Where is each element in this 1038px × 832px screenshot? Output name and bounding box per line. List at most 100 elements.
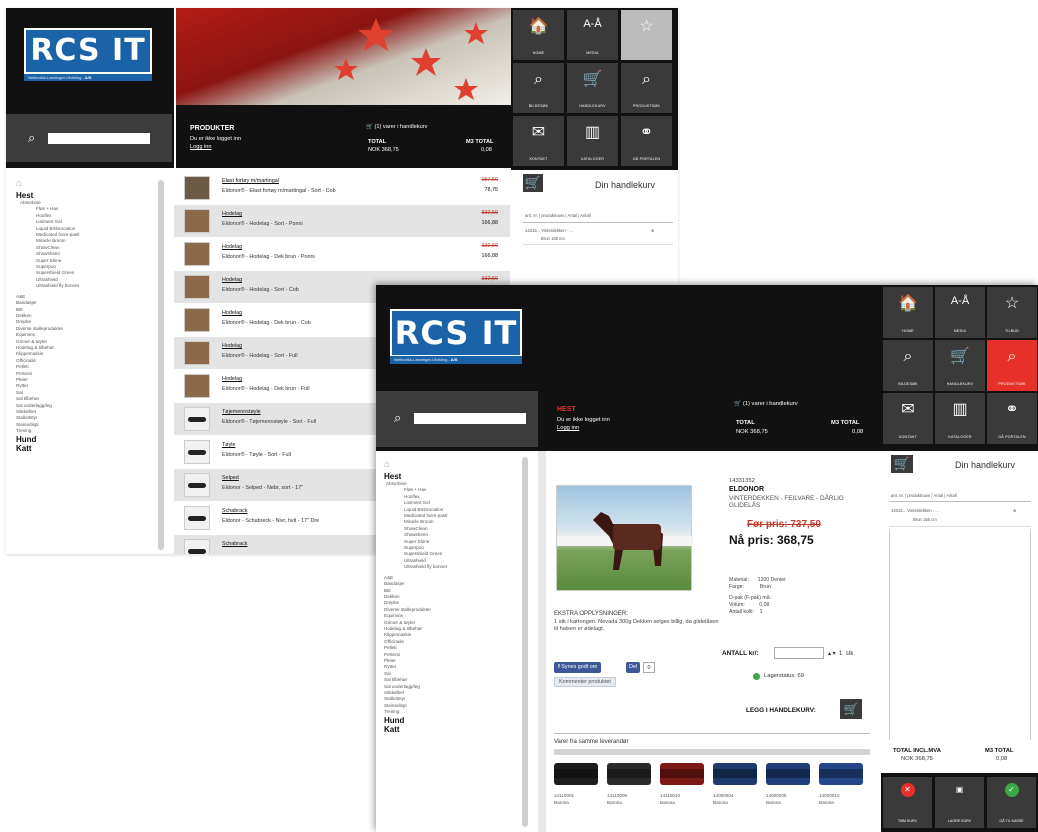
product-row[interactable]: Hodelag Eldonor® - Hodelag - Dek brun - P… bbox=[174, 238, 510, 270]
cart-title: Din handlekurv bbox=[595, 180, 656, 190]
search-bar: ⌕ bbox=[376, 391, 538, 447]
product-name-link[interactable]: Hodelag bbox=[222, 376, 242, 382]
tile-star[interactable]: ☆ bbox=[621, 10, 672, 60]
product-name-link[interactable]: Elast fortøy m/martingal bbox=[222, 178, 279, 184]
product-thumbnail[interactable] bbox=[184, 407, 210, 431]
product-name-link[interactable]: Tøyle bbox=[222, 442, 235, 448]
related-product-image[interactable] bbox=[713, 763, 757, 785]
category-katt[interactable]: Katt bbox=[16, 444, 174, 453]
brand-logo[interactable]: RCS IT bbox=[24, 28, 152, 74]
page-title: HEST bbox=[557, 406, 576, 413]
comment-button[interactable]: Kommenter produktet bbox=[554, 677, 616, 687]
product-thumbnail[interactable] bbox=[184, 209, 210, 233]
product-row[interactable]: Elast fortøy m/martingal Eldonor® - Elast… bbox=[174, 172, 510, 204]
product-name-link[interactable]: Schabrack bbox=[222, 508, 247, 514]
cart-summary[interactable]: 🛒 (1) varer i handlekurv bbox=[366, 124, 427, 130]
tile-label: GÅ PORTALEN bbox=[632, 157, 661, 161]
brand-logo[interactable]: RCS IT bbox=[390, 309, 522, 357]
add-to-cart-button[interactable]: 🛒 bbox=[840, 699, 862, 719]
tile-star[interactable]: ☆ TILBUD bbox=[987, 287, 1037, 338]
product-thumbnail[interactable] bbox=[184, 341, 210, 365]
tile-mail[interactable]: ✉ KONTAKT bbox=[883, 393, 933, 444]
related-scrollbar[interactable] bbox=[554, 749, 870, 755]
home-icon[interactable]: ⌂ bbox=[384, 459, 538, 470]
tile-catalog[interactable]: ▥ KATALOGER bbox=[935, 393, 985, 444]
remove-icon[interactable]: ⊗ bbox=[651, 228, 655, 233]
nav-tiles-2: 🏠 HOME A-Å MEDIA ☆ TILBUD ⌕ BILDESØK 🛒 HANDLEKURV… bbox=[881, 285, 1038, 451]
category-katt[interactable]: Katt bbox=[384, 725, 538, 734]
related-product-image[interactable] bbox=[766, 763, 810, 785]
tile-mail[interactable]: ✉ KONTAKT bbox=[513, 116, 564, 166]
search-icon[interactable]: ⌕ bbox=[394, 410, 401, 426]
related-product-brand: Barona bbox=[766, 800, 781, 805]
tile-image-search[interactable]: ⌕ BILDESØK bbox=[883, 340, 933, 391]
tile-image-search[interactable]: ⌕ BILDESØK bbox=[513, 63, 564, 113]
product-row[interactable]: Hodelag Eldonor® - Hodelag - Sort - Ponni… bbox=[174, 205, 510, 237]
remove-icon[interactable]: ⊗ bbox=[1013, 508, 1017, 513]
facebook-share-button[interactable]: Del bbox=[626, 662, 640, 673]
star-icon: ☆ bbox=[1004, 295, 1020, 312]
product-name-link[interactable]: Hodelag bbox=[222, 310, 242, 316]
facebook-like-button[interactable]: f Synes godt om bbox=[554, 662, 602, 673]
category-hund[interactable]: Hund bbox=[384, 716, 538, 725]
product-name-link[interactable]: Hodelag bbox=[222, 211, 242, 217]
product-thumbnail[interactable] bbox=[184, 275, 210, 299]
product-name-link[interactable]: Tøjemennstøyle bbox=[222, 409, 261, 415]
search-input[interactable] bbox=[48, 133, 150, 144]
tile-text-size[interactable]: A-Å MEDIA bbox=[935, 287, 985, 338]
product-thumbnail[interactable] bbox=[184, 374, 210, 398]
tile-catalog[interactable]: ▥ KATALOGER bbox=[567, 116, 618, 166]
search-bar: ⌕ bbox=[6, 114, 172, 162]
product-image[interactable] bbox=[556, 485, 693, 591]
category-hund[interactable]: Hund bbox=[16, 435, 174, 444]
related-product-image[interactable] bbox=[607, 763, 651, 785]
product-thumbnail[interactable] bbox=[184, 539, 210, 554]
product-name-link[interactable]: Hodelag bbox=[222, 277, 242, 283]
tile-portal[interactable]: ⚭ GÅ PORTALEN bbox=[987, 393, 1037, 444]
home-icon: 🏠 bbox=[898, 295, 918, 312]
related-product-image[interactable] bbox=[554, 763, 598, 785]
quantity-input[interactable] bbox=[774, 647, 824, 659]
product-name-link[interactable]: Selped bbox=[222, 475, 239, 481]
tile-home[interactable]: 🏠 HOME bbox=[513, 10, 564, 60]
checkout-button[interactable]: ✓ GÅ TIL KASSE bbox=[987, 777, 1036, 828]
login-link[interactable]: Logg inn bbox=[557, 425, 579, 431]
related-product-image[interactable] bbox=[660, 763, 704, 785]
tile-cart[interactable]: 🛒 HANDLEKURV bbox=[567, 63, 618, 113]
cart-row-variant: Brun 155 cm bbox=[541, 236, 565, 241]
tile-home[interactable]: 🏠 HOME bbox=[883, 287, 933, 338]
button-label: TØM KURV bbox=[898, 819, 917, 823]
login-link[interactable]: Logg inn bbox=[190, 144, 211, 150]
search-icon[interactable]: ⌕ bbox=[28, 130, 35, 146]
product-name-link[interactable]: Hodelag bbox=[222, 244, 242, 250]
product-thumbnail[interactable] bbox=[184, 176, 210, 200]
tile-cart[interactable]: 🛒 HANDLEKURV bbox=[935, 340, 985, 391]
tile-portal[interactable]: ⚭ GÅ PORTALEN bbox=[621, 116, 672, 166]
product-thumbnail[interactable] bbox=[184, 473, 210, 497]
sidebar-scrollbar[interactable] bbox=[522, 457, 528, 827]
category-hest[interactable]: Hest bbox=[384, 472, 538, 481]
tile-search[interactable]: ⌕ PRODUKTSØK bbox=[987, 340, 1037, 391]
catalog-icon: ▥ bbox=[584, 124, 601, 141]
product-name-link[interactable]: Schabrack bbox=[222, 541, 247, 547]
product-thumbnail[interactable] bbox=[184, 440, 210, 464]
product-thumbnail[interactable] bbox=[184, 506, 210, 530]
cart-row[interactable]: 14315... Vinterdekken - ... bbox=[525, 228, 573, 233]
tile-text-size[interactable]: A-Å MEDIA bbox=[567, 10, 618, 60]
product-thumbnail[interactable] bbox=[184, 242, 210, 266]
sidebar-scrollbar[interactable] bbox=[158, 180, 164, 550]
cart-row[interactable]: 14315... Vinterdekken - ... bbox=[891, 508, 939, 513]
search-input[interactable] bbox=[414, 413, 526, 424]
product-thumbnail[interactable] bbox=[184, 308, 210, 332]
quantity-stepper[interactable]: ▴ ▾ 1 stk bbox=[828, 650, 853, 657]
category-hest[interactable]: Hest bbox=[16, 191, 174, 200]
empty-cart-button[interactable]: ✕ TØM KURV bbox=[883, 777, 932, 828]
product-name-link[interactable]: Hodelag bbox=[222, 343, 242, 349]
save-cart-button[interactable]: ▣ LAGRE KURV bbox=[935, 777, 984, 828]
cart-summary[interactable]: 🛒 (1) varer i handlekurv bbox=[734, 401, 798, 407]
tile-label: KONTAKT bbox=[898, 435, 918, 439]
tile-search[interactable]: ⌕ PRODUKTSØK bbox=[621, 63, 672, 113]
cart-icon: 🛒 bbox=[582, 71, 603, 88]
home-icon[interactable]: ⌂ bbox=[16, 178, 174, 189]
related-product-image[interactable] bbox=[819, 763, 863, 785]
